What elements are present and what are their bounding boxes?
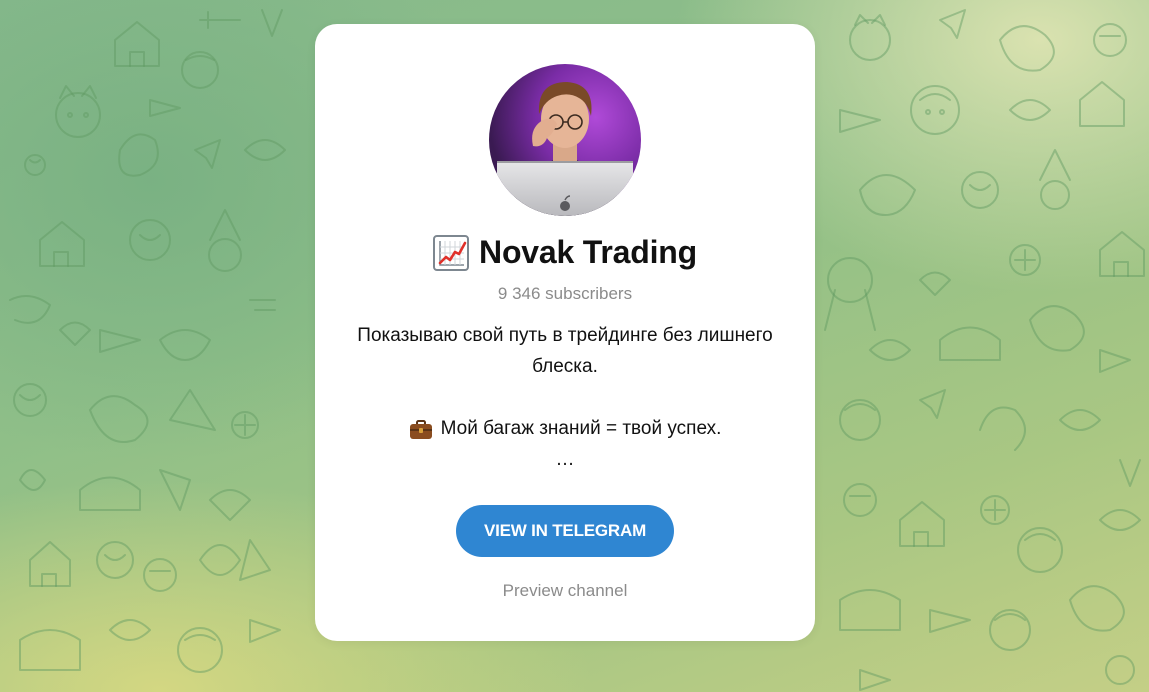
channel-title-row: Novak Trading [315,234,815,271]
subscriber-count: 9 346 subscribers [497,284,633,303]
chart-increasing-icon [433,234,470,271]
preview-channel-link[interactable]: Preview channel [315,581,815,601]
channel-description: Показываю свой путь в трейдинге без лишн… [335,320,795,475]
description-ellipsis: … [555,449,575,470]
briefcase-icon [409,419,433,439]
description-text: Мой багаж знаний = твой успех. [440,418,722,439]
description-line: Мой багаж знаний = твой успех. [335,413,795,444]
channel-card: Novak Trading 9 346 subscribers Показыва… [315,24,815,641]
view-in-telegram-button[interactable]: VIEW IN TELEGRAM [456,505,674,557]
avatar-image [489,64,641,216]
channel-title: Novak Trading [479,234,697,270]
channel-avatar[interactable] [489,64,641,216]
description-line: Показываю свой путь в трейдинге без лишн… [357,325,773,377]
